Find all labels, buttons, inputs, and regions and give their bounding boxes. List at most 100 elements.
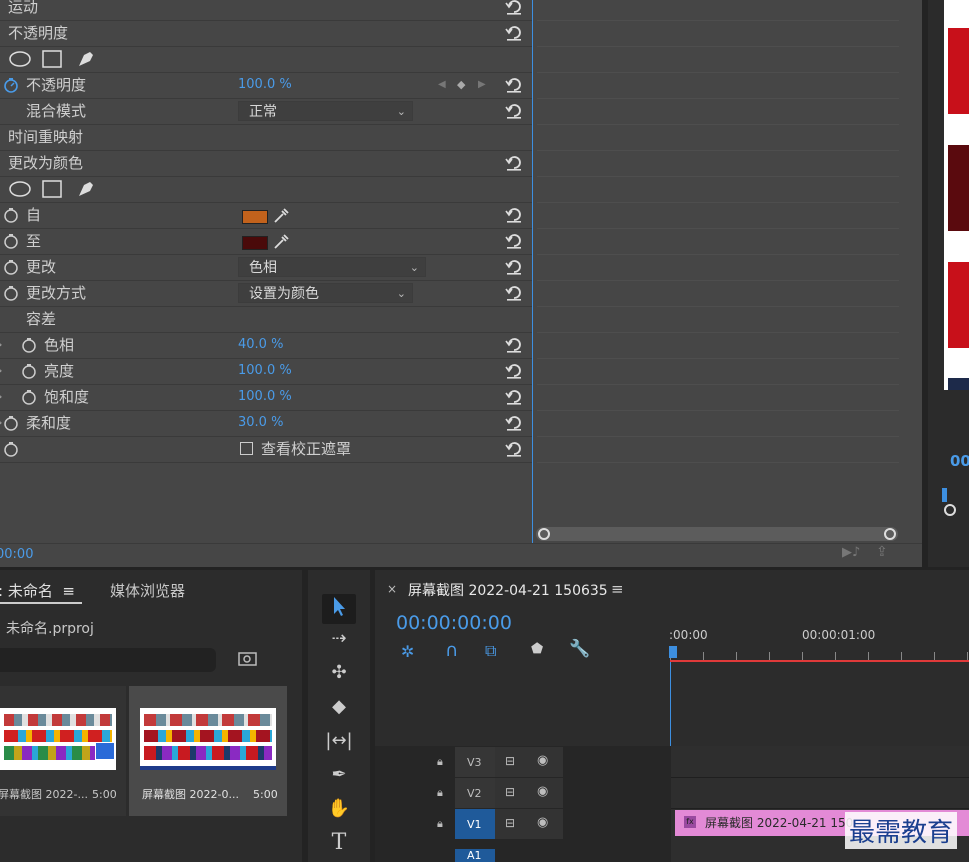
reset-icon[interactable] — [504, 257, 524, 277]
pen-mask-icon[interactable] — [76, 179, 96, 199]
export-frame-icon[interactable]: ⇪ — [876, 544, 888, 560]
row-change-method[interactable]: 更改方式 设置为颜色 ⌄ — [0, 280, 532, 307]
scroll-handle[interactable] — [944, 504, 956, 516]
reset-icon[interactable] — [504, 283, 524, 303]
change-dropdown[interactable]: 色相 ⌄ — [238, 257, 426, 277]
row-opacity-section[interactable]: 不透明度 — [0, 20, 532, 47]
lightness-value[interactable]: 100.0 % — [238, 358, 292, 384]
reset-icon[interactable] — [504, 335, 524, 355]
ellipse-mask-icon[interactable] — [8, 180, 32, 198]
track-v3-header[interactable]: 🔒︎ V3 ⊟ ◉ — [375, 747, 670, 777]
effect-timeline-area[interactable] — [532, 0, 922, 543]
expand-chevron-icon[interactable]: › — [0, 384, 2, 410]
row-change[interactable]: 更改 色相 ⌄ — [0, 254, 532, 281]
row-opacity[interactable]: 不透明度 100.0 % ◀ ◆ ▶ — [0, 72, 532, 99]
track-v2-header[interactable]: 🔒︎ V2 ⊟ ◉ — [375, 778, 670, 808]
to-color-swatch[interactable] — [242, 236, 268, 250]
stopwatch-icon[interactable] — [3, 415, 19, 431]
sequence-timecode[interactable]: 00:00:00:00 — [396, 612, 512, 634]
view-mask-checkbox[interactable] — [240, 442, 253, 455]
row-time-remap[interactable]: 时间重映射 — [0, 124, 532, 151]
scrollbar-handle-left[interactable] — [538, 528, 550, 540]
sync-lock-icon[interactable]: ⊟ — [505, 785, 515, 799]
hand-tool[interactable]: ✋ — [322, 798, 356, 828]
reset-icon[interactable] — [504, 23, 524, 43]
row-tolerance[interactable]: 容差 — [0, 306, 532, 333]
sync-lock-icon[interactable]: ⊟ — [505, 754, 515, 768]
pen-tool[interactable]: ✒ — [322, 764, 356, 794]
stopwatch-icon[interactable] — [3, 441, 19, 457]
reset-icon[interactable] — [504, 205, 524, 225]
ellipse-mask-icon[interactable] — [8, 50, 32, 68]
pen-mask-icon[interactable] — [76, 49, 96, 69]
reset-icon[interactable] — [504, 231, 524, 251]
row-from-color[interactable]: 自 — [0, 202, 532, 229]
stopwatch-icon[interactable] — [21, 363, 37, 379]
eyedropper-icon[interactable] — [272, 232, 290, 250]
eye-icon[interactable]: ◉ — [537, 753, 548, 768]
hue-value[interactable]: 40.0 % — [238, 332, 283, 358]
opacity-value[interactable]: 100.0 % — [238, 72, 292, 98]
playhead-marker[interactable] — [942, 488, 947, 502]
sync-lock-icon[interactable]: ⊟ — [505, 816, 515, 830]
row-blend-mode[interactable]: 混合模式 正常 ⌄ — [0, 98, 532, 125]
lock-icon[interactable]: 🔒︎ — [437, 817, 443, 831]
reset-icon[interactable] — [504, 0, 524, 17]
blend-mode-dropdown[interactable]: 正常 ⌄ — [238, 101, 413, 121]
ripple-edit-tool[interactable]: ✣ — [322, 662, 356, 692]
reset-icon[interactable] — [504, 387, 524, 407]
row-saturation[interactable]: › 饱和度 100.0 % — [0, 384, 532, 411]
expand-chevron-icon[interactable]: › — [0, 358, 2, 384]
snap-magnet-icon[interactable]: ∩ — [445, 640, 458, 661]
row-lightness[interactable]: › 亮度 100.0 % — [0, 358, 532, 385]
eye-icon[interactable]: ◉ — [537, 815, 548, 830]
from-color-swatch[interactable] — [242, 210, 268, 224]
eye-icon[interactable]: ◉ — [537, 784, 548, 799]
tab-media-browser[interactable]: 媒体浏览器 — [110, 580, 185, 601]
track-select-tool[interactable]: ⇢ — [322, 628, 356, 658]
reset-icon[interactable] — [504, 413, 524, 433]
work-area-bar[interactable] — [670, 660, 969, 662]
play-audio-icon[interactable]: ▶♪ — [842, 545, 860, 560]
playhead[interactable] — [669, 646, 677, 658]
reset-icon[interactable] — [504, 153, 524, 173]
search-bin-icon[interactable] — [238, 651, 258, 667]
stopwatch-icon[interactable] — [3, 233, 19, 249]
expand-chevron-icon[interactable]: › — [0, 332, 2, 358]
row-hue[interactable]: › 色相 40.0 % — [0, 332, 532, 359]
next-keyframe-icon[interactable]: ▶ — [478, 72, 486, 98]
reset-icon[interactable] — [504, 101, 524, 121]
add-marker-icon[interactable]: ⬟ — [531, 641, 543, 657]
track-v1-header[interactable]: 🔒︎ V1 ⊟ ◉ — [375, 809, 670, 839]
project-item[interactable]: 屏幕截图 2022-... 5:00 — [0, 686, 126, 816]
change-method-dropdown[interactable]: 设置为颜色 ⌄ — [238, 283, 413, 303]
nest-icon[interactable]: ✲ — [401, 642, 414, 661]
project-item[interactable]: 屏幕截图 2022-0... 5:00 — [129, 686, 287, 816]
stopwatch-icon[interactable] — [21, 337, 37, 353]
reset-icon[interactable] — [504, 361, 524, 381]
wrench-icon[interactable]: 🔧 — [569, 639, 590, 659]
ruler-ticks[interactable] — [670, 652, 969, 660]
add-keyframe-icon[interactable]: ◆ — [457, 72, 465, 98]
slip-tool[interactable]: |↔| — [322, 730, 356, 760]
saturation-value[interactable]: 100.0 % — [238, 384, 292, 410]
stopwatch-icon[interactable] — [3, 285, 19, 301]
eyedropper-icon[interactable] — [272, 206, 290, 224]
reset-icon[interactable] — [504, 439, 524, 459]
selection-tool[interactable] — [322, 594, 356, 624]
row-to-color[interactable]: 至 — [0, 228, 532, 255]
row-softness[interactable]: › 柔和度 30.0 % — [0, 410, 532, 437]
reset-icon[interactable] — [504, 75, 524, 95]
scrollbar-handle-right[interactable] — [884, 528, 896, 540]
rectangle-mask-icon[interactable] — [42, 50, 62, 68]
row-motion[interactable]: 运动 — [0, 0, 532, 21]
row-view-mask[interactable]: 查看校正遮罩 — [0, 436, 532, 463]
linked-selection-icon[interactable]: ⧉ — [485, 641, 496, 661]
close-sequence-button[interactable]: × — [387, 582, 397, 596]
razor-tool[interactable]: ◆ — [322, 696, 356, 726]
stopwatch-icon[interactable] — [3, 259, 19, 275]
sequence-menu-icon[interactable]: ≡ — [611, 580, 624, 598]
lock-icon[interactable]: 🔒︎ — [437, 786, 443, 800]
timeline-zoom-scrollbar[interactable] — [536, 527, 898, 541]
program-timecode[interactable]: 00 — [950, 452, 969, 470]
